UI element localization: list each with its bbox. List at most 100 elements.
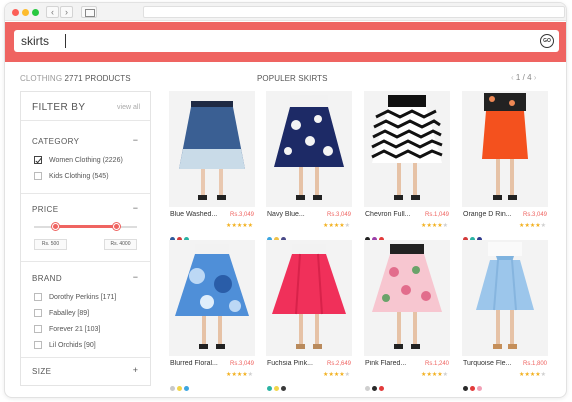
price-collapse-toggle[interactable]: − bbox=[133, 203, 138, 213]
women-clothing-label[interactable]: Women Clothing (2226) bbox=[49, 157, 123, 164]
product-image[interactable] bbox=[169, 240, 255, 356]
product-name[interactable]: Blue Washed... bbox=[170, 211, 222, 218]
product-card[interactable]: Turquoise Fle... Rs.1,800 #2a2a2a#e23b3b#f… bbox=[462, 240, 548, 392]
product-name[interactable]: Navy Blue... bbox=[267, 211, 319, 218]
price-max-handle[interactable] bbox=[112, 223, 120, 230]
kids-clothing-checkbox[interactable] bbox=[34, 172, 42, 180]
product-card[interactable]: Blurred Floral... Rs.3,049 #c9c9c9#f2d54a#… bbox=[169, 240, 255, 392]
product-image[interactable] bbox=[364, 240, 450, 356]
sidebar-toggle-icon[interactable] bbox=[81, 6, 97, 18]
product-card[interactable]: Fuchsia Pink... Rs.2,649 #2bb3a3#f2d54a#3a… bbox=[266, 240, 352, 392]
color-swatches: #d33a3a#2bb3a3#2f3a8c bbox=[463, 224, 484, 242]
color-swatch[interactable]: #3da6e0 bbox=[184, 386, 189, 391]
star-icon: ★ bbox=[344, 372, 350, 378]
product-price: Rs.3,049 bbox=[522, 212, 547, 218]
product-image[interactable] bbox=[462, 91, 548, 207]
close-window-icon[interactable] bbox=[12, 9, 19, 16]
product-image[interactable] bbox=[266, 91, 352, 207]
star-icon: ★ bbox=[442, 223, 448, 229]
rating-stars: ★★★★★ bbox=[519, 371, 546, 378]
color-swatch[interactable]: #e23b3b bbox=[470, 386, 475, 391]
product-image[interactable] bbox=[169, 91, 255, 207]
color-swatch[interactable]: #2a2a2a bbox=[372, 386, 377, 391]
color-swatch[interactable]: #2a2a2a bbox=[463, 386, 468, 391]
size-expand-toggle[interactable]: + bbox=[133, 365, 138, 375]
brand-section: BRAND − Dorothy Perkins [171] Faballey [… bbox=[21, 262, 150, 358]
product-name[interactable]: Blurred Floral... bbox=[170, 360, 222, 367]
product-card[interactable]: Chevron Full... Rs.1,049 #222222#9b3fa8#e2… bbox=[364, 91, 450, 243]
maximize-window-icon[interactable] bbox=[32, 9, 39, 16]
pagination: ‹ 1 / 4 › bbox=[511, 73, 536, 82]
color-swatches: #2bb3a3#f2d54a#3a3a3a bbox=[267, 373, 288, 391]
star-icon: ★ bbox=[247, 223, 253, 229]
color-swatch[interactable]: #3a3a3a bbox=[281, 386, 286, 391]
kids-clothing-label[interactable]: Kids Clothing (545) bbox=[49, 173, 109, 180]
dorothy-perkins-checkbox[interactable] bbox=[34, 293, 42, 301]
result-count: CLOTHING 2771 PRODUCTS bbox=[20, 74, 131, 83]
faballey-checkbox[interactable] bbox=[34, 309, 42, 317]
color-swatch[interactable]: #2bb3a3 bbox=[267, 386, 272, 391]
product-name[interactable]: Fuchsia Pink... bbox=[267, 360, 319, 367]
star-icon: ★ bbox=[540, 223, 546, 229]
forever-21-label[interactable]: Forever 21 [103] bbox=[49, 326, 100, 333]
size-section: SIZE + bbox=[21, 358, 150, 386]
next-page-icon[interactable]: › bbox=[534, 73, 537, 82]
color-swatch[interactable]: #c9c9c9 bbox=[170, 386, 175, 391]
filter-header: FILTER BY view all bbox=[21, 92, 150, 121]
color-swatch[interactable]: #f2d54a bbox=[177, 386, 182, 391]
dorothy-perkins-label[interactable]: Dorothy Perkins [171] bbox=[49, 294, 116, 301]
product-image[interactable] bbox=[364, 91, 450, 207]
price-max-box[interactable]: Rs. 4000 bbox=[104, 239, 137, 250]
dropdown-pointer bbox=[281, 56, 293, 62]
color-swatch[interactable]: #f2d54a bbox=[274, 386, 279, 391]
star-icon: ★ bbox=[344, 223, 350, 229]
color-swatch[interactable]: #cfcfcf bbox=[365, 386, 370, 391]
product-card[interactable]: Blue Washed... Rs.3,049 #2f5a9c#d33a3a#2bb… bbox=[169, 91, 255, 243]
product-image[interactable] bbox=[266, 240, 352, 356]
forever-21-checkbox[interactable] bbox=[34, 325, 42, 333]
rating-stars: ★★★★★ bbox=[323, 222, 350, 229]
product-name[interactable]: Turquoise Fle... bbox=[463, 360, 515, 367]
product-name[interactable]: Pink Flared... bbox=[365, 360, 417, 367]
filter-panel: FILTER BY view all CATEGORY − Women Clot… bbox=[20, 91, 151, 386]
forward-arrow-icon[interactable]: › bbox=[60, 6, 73, 18]
women-clothing-checkbox[interactable] bbox=[34, 156, 42, 164]
product-price: Rs.2,649 bbox=[326, 361, 351, 367]
category-collapse-toggle[interactable]: − bbox=[133, 135, 138, 145]
star-icon: ★ bbox=[540, 372, 546, 378]
lil-orchids-checkbox[interactable] bbox=[34, 341, 42, 349]
faballey-label[interactable]: Faballey [89] bbox=[49, 310, 89, 317]
search-input[interactable] bbox=[21, 33, 501, 49]
prev-page-icon[interactable]: ‹ bbox=[511, 73, 514, 82]
size-title: SIZE bbox=[32, 367, 52, 376]
product-name[interactable]: Orange D Rin... bbox=[463, 211, 515, 218]
color-swatches: #2f5a9c#d33a3a#2bb3a3 bbox=[170, 224, 191, 242]
go-button[interactable]: GO bbox=[540, 34, 554, 48]
section-title: POPULER SKIRTS bbox=[257, 74, 328, 83]
product-card[interactable]: Pink Flared... Rs.1,240 #cfcfcf#2a2a2a#e23… bbox=[364, 240, 450, 392]
star-icon: ★ bbox=[247, 372, 253, 378]
current-page: 1 bbox=[515, 73, 521, 82]
price-min-box[interactable]: Rs. 500 bbox=[34, 239, 67, 250]
brand-collapse-toggle[interactable]: − bbox=[133, 272, 138, 282]
back-arrow-icon[interactable]: ‹ bbox=[46, 6, 59, 18]
product-name[interactable]: Chevron Full... bbox=[365, 211, 417, 218]
lil-orchids-label[interactable]: Lil Orchids [90] bbox=[49, 342, 96, 349]
rating-stars: ★★★★★ bbox=[226, 371, 253, 378]
rating-stars: ★★★★★ bbox=[421, 222, 448, 229]
product-price: Rs.3,049 bbox=[326, 212, 351, 218]
color-swatch[interactable]: #e23b3b bbox=[379, 386, 384, 391]
address-bar[interactable] bbox=[143, 6, 565, 18]
price-title: PRICE bbox=[32, 205, 59, 214]
result-number: 2771 bbox=[64, 74, 83, 83]
brand-title: BRAND bbox=[32, 274, 63, 283]
result-category: CLOTHING bbox=[20, 74, 63, 83]
product-image[interactable] bbox=[462, 240, 548, 356]
product-card[interactable]: Orange D Rin... Rs.3,049 #d33a3a#2bb3a3#2f… bbox=[462, 91, 548, 243]
view-all-link[interactable]: view all bbox=[117, 104, 140, 111]
price-slider-range bbox=[55, 225, 117, 228]
product-card[interactable]: Navy Blue... Rs.3,049 #3da6e0#f0c24a#4a4a8… bbox=[266, 91, 352, 243]
minimize-window-icon[interactable] bbox=[22, 9, 29, 16]
color-swatch[interactable]: #f2a0b6 bbox=[477, 386, 482, 391]
search-box[interactable]: GO bbox=[14, 30, 559, 52]
